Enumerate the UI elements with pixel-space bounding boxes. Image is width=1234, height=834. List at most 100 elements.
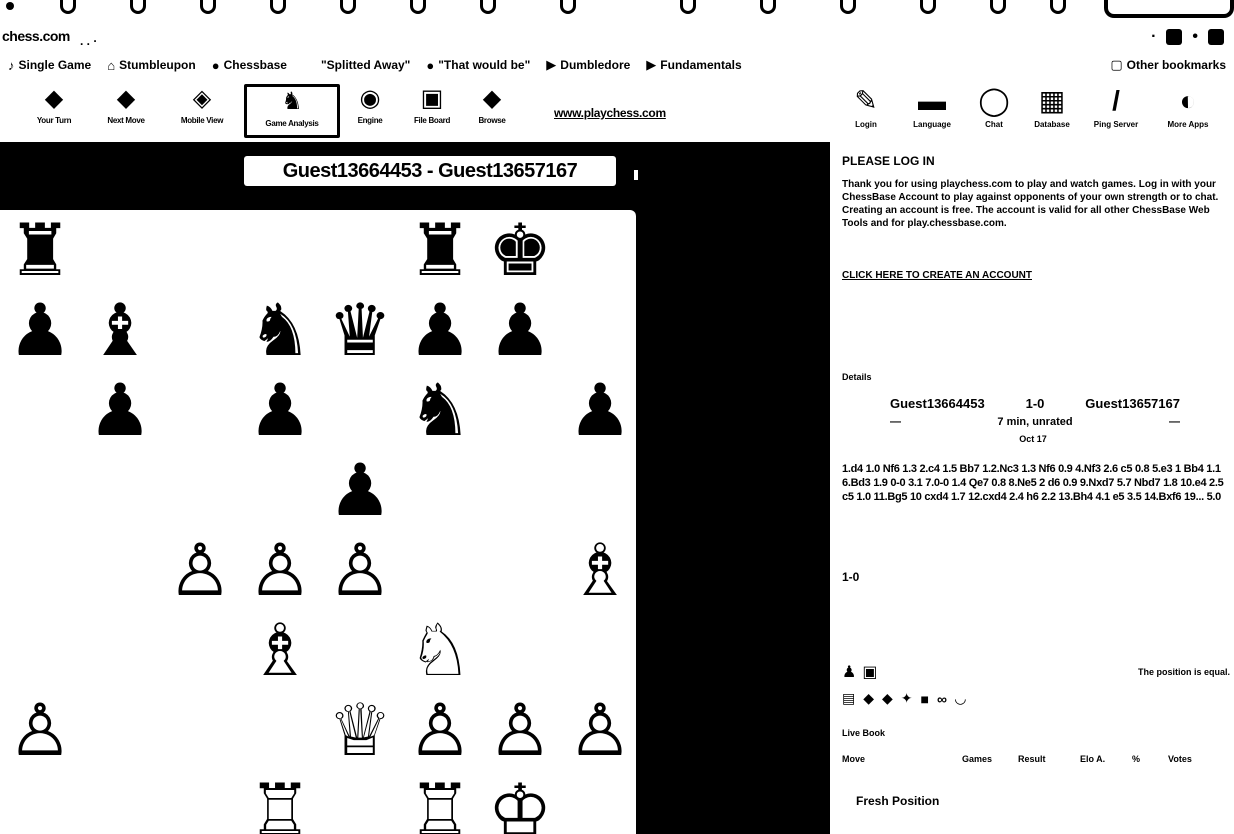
tool-file-board[interactable]: ▣ File Board [402,84,462,138]
tool-database[interactable]: ▦ Database [1020,84,1084,138]
menu-dot-icon[interactable]: • [1192,28,1198,46]
tool-language[interactable]: ▬ Language [900,84,964,138]
chess-piece-f3[interactable]: ♘ [400,610,480,690]
tab-icon[interactable] [410,0,426,14]
chess-piece-e2[interactable]: ♕ [320,690,400,770]
chess-piece-f2[interactable]: ♙ [400,690,480,770]
chess-piece-f7[interactable]: ♟ [400,290,480,370]
bookmark-item[interactable]: ♪ Single Game [0,58,99,73]
chess-board[interactable]: ♜ ♜ ♚ ♟ ♝ ♞ ♛ ♟ ♟ ♟ ♟ ♞ ♟ ♟ ♙ ♙ ♙ ♗ ♗ ♘ ♙ ♕ ♙ ♙ ♙ ♖ ♖ ♔ [0,210,636,834]
chess-piece-f1[interactable]: ♖ [400,770,480,834]
chess-piece-e4[interactable]: ♙ [320,530,400,610]
tab-icon[interactable] [990,0,1006,14]
wand-icon: / [1112,85,1120,116]
extension-icon[interactable] [1166,29,1183,45]
chess-piece-g7[interactable]: ♟ [480,290,560,370]
first-move-icon[interactable]: ◆ [863,690,874,707]
chess-piece-f8[interactable]: ♜ [400,210,480,290]
bookmark-item[interactable]: ● Chessbase [204,58,295,73]
tool-game-analysis[interactable]: ♞ Game Analysis [244,84,340,138]
chess-piece-e7[interactable]: ♛ [320,290,400,370]
chess-piece-g8[interactable]: ♚ [480,210,560,290]
bookmark-label: Chessbase [223,58,287,72]
last-move-icon[interactable]: ■ [921,691,929,707]
bookmark-item[interactable]: ⌂ Stumbleupon [99,58,204,73]
bookmark-star-icon[interactable]: · [1151,28,1156,46]
tab-icon[interactable] [270,0,286,14]
autoplay-icon[interactable]: ∞ [937,691,947,707]
col-games[interactable]: Games [962,754,1018,764]
chess-piece-d6[interactable]: ♟ [240,370,320,450]
tab-icon[interactable] [200,0,216,14]
chess-piece-a2[interactable]: ♙ [0,690,80,770]
new-tab-button[interactable] [1104,0,1234,18]
undo-icon[interactable]: ◡ [955,690,966,707]
chess-piece-a8[interactable]: ♜ [0,210,80,290]
chess-piece-b7[interactable]: ♝ [80,290,160,370]
chess-piece-f6[interactable]: ♞ [400,370,480,450]
tool-label: Your Turn [36,116,72,125]
folder-icon: ▶ [546,57,557,72]
bookmark-folder[interactable]: ▶ Fundamentals [638,57,749,73]
flip-board-icon[interactable]: ▤ [842,690,855,707]
tool-login[interactable]: ✎ Login [834,84,898,138]
previous-move-icon[interactable]: ◆ [882,690,893,707]
next-move-icon[interactable]: ✦ [901,690,913,707]
tab-favicon-icon[interactable] [6,2,14,10]
bookmark-item[interactable]: "Splitted Away" [309,58,418,72]
chess-piece-a7[interactable]: ♟ [0,290,80,370]
col-result[interactable]: Result [1018,754,1080,764]
players-sub-row: — 7 min, unrated — [890,416,1180,428]
bookmark-folder[interactable]: ▶ Dumbledore [538,57,638,73]
chess-piece-h4[interactable]: ♗ [560,530,636,610]
col-move[interactable]: Move [842,754,962,764]
tab-icon[interactable] [130,0,146,14]
url-text[interactable]: chess.com [2,28,70,44]
engine-lock-icon[interactable]: ▣ [862,662,877,682]
tab-icon[interactable] [1050,0,1066,14]
tab-icon[interactable] [680,0,696,14]
tool-more-apps[interactable]: ◐ More Apps [1156,84,1220,138]
chess-piece-d1[interactable]: ♖ [240,770,320,834]
tool-mobile-view[interactable]: ◈ Mobile View [172,84,232,138]
col-percent[interactable]: % [1132,754,1168,764]
tab-icon[interactable] [840,0,856,14]
tool-chat[interactable]: ◯ Chat [962,84,1026,138]
chess-piece-d3[interactable]: ♗ [240,610,320,690]
tool-ping-server[interactable]: / Ping Server [1084,84,1148,138]
tool-engine[interactable]: ◉ Engine [340,84,400,138]
bookmarks-bar: ♪ Single Game ⌂ Stumbleupon ● Chessbase "Sp… [0,54,1234,76]
tab-icon[interactable] [480,0,496,14]
chess-piece-b6[interactable]: ♟ [80,370,160,450]
tab-icon[interactable] [760,0,776,14]
game-score: 1-0 [1025,396,1045,411]
profile-icon[interactable] [1208,29,1224,45]
col-votes[interactable]: Votes [1168,754,1208,764]
site-link[interactable]: www.playchess.com [554,106,666,120]
bookmark-icon: ♪ [8,57,15,73]
tab-icon[interactable] [340,0,356,14]
chess-piece-e5[interactable]: ♟ [320,450,400,530]
tool-browse[interactable]: ◆ Browse [462,84,522,138]
col-elo[interactable]: Elo A. [1080,754,1132,764]
white-player[interactable]: Guest13664453 [890,396,985,411]
chess-piece-d4[interactable]: ♙ [240,530,320,610]
chess-piece-g1[interactable]: ♔ [480,770,560,834]
chess-piece-h6[interactable]: ♟ [560,370,636,450]
tab-icon[interactable] [560,0,576,14]
other-bookmarks[interactable]: ▢ Other bookmarks [1102,57,1234,73]
move-list[interactable]: 1.d4 1.0 Nf6 1.3 2.c4 1.5 Bb7 1.2.Nc3 1.… [842,462,1230,504]
chess-piece-c4[interactable]: ♙ [160,530,240,610]
chess-piece-g2[interactable]: ♙ [480,690,560,770]
create-account-link[interactable]: CLICK HERE TO CREATE AN ACCOUNT [842,270,1032,281]
tab-icon[interactable] [60,0,76,14]
chess-piece-d7[interactable]: ♞ [240,290,320,370]
bookmark-item[interactable]: ● "That would be" [418,58,538,73]
chess-piece-h2[interactable]: ♙ [560,690,636,770]
tab-icon[interactable] [920,0,936,14]
tool-next-move[interactable]: ◆ Next Move [96,84,156,138]
address-bar[interactable]: chess.com . . · · • [0,26,1234,50]
black-player[interactable]: Guest13657167 [1085,396,1180,411]
players-row: Guest13664453 1-0 Guest13657167 [890,396,1180,411]
tool-your-turn[interactable]: ◆ Your Turn [24,84,84,138]
